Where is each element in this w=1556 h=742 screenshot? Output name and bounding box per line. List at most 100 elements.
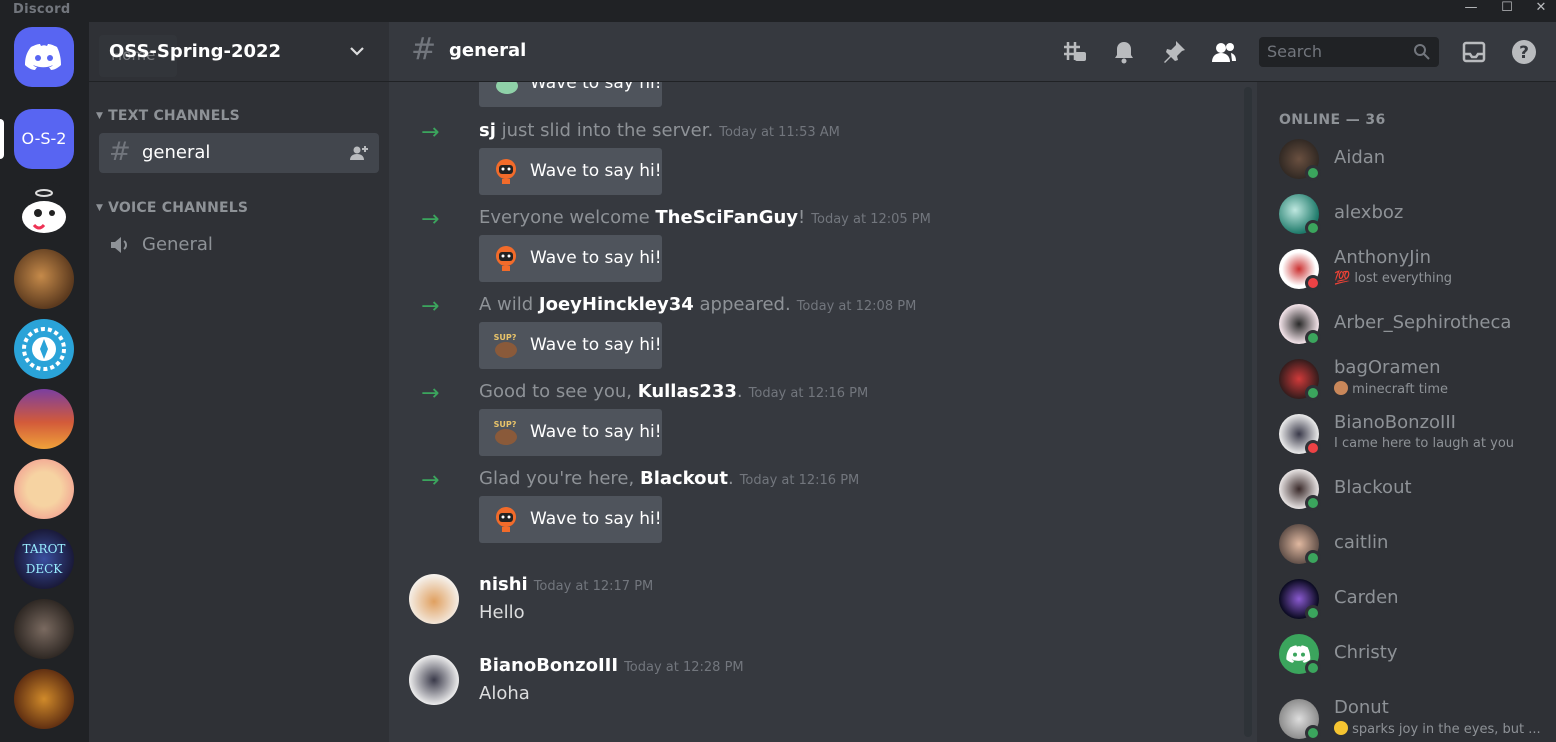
server-header[interactable]: Home OSS-Spring-2022 <box>89 22 389 82</box>
collapse-caret-icon: ▼ <box>96 111 104 121</box>
username-link[interactable]: JoeyHinckley34 <box>539 294 694 315</box>
timestamp: Today at 11:53 AM <box>719 125 840 140</box>
server-icon-fire[interactable] <box>14 669 74 729</box>
svg-text:SUP?: SUP? <box>494 333 517 342</box>
timestamp: Today at 12:05 PM <box>811 212 931 227</box>
ghost-icon <box>22 189 66 233</box>
category-voice-channels[interactable]: ▼ VOICE CHANNELS <box>96 200 248 216</box>
member-list: ONLINE — 36 Aidan alexboz AnthonyJin 💯 l… <box>1257 82 1556 742</box>
scrollbar[interactable] <box>1244 87 1252 737</box>
avatar[interactable] <box>409 655 459 705</box>
channel-label: General <box>142 234 213 255</box>
dnd-status-icon <box>1305 275 1321 291</box>
username-link[interactable]: Blackout <box>640 468 728 489</box>
inbox-icon[interactable] <box>1461 39 1487 65</box>
wave-label: Wave to say hi! <box>530 509 662 529</box>
discord-logo-icon <box>25 44 61 70</box>
help-icon[interactable]: ? <box>1511 39 1537 65</box>
selected-server-pill <box>0 119 4 159</box>
title-bar: Discord — ☐ ✕ <box>0 0 1556 22</box>
pin-icon[interactable] <box>1161 39 1187 65</box>
message-text: Aloha <box>479 683 530 704</box>
tarot-deck-icon: TAROT DECK <box>23 542 66 576</box>
dnd-status-icon <box>1305 440 1321 456</box>
member-name: Carden <box>1334 587 1399 608</box>
category-text-channels[interactable]: ▼ TEXT CHANNELS <box>96 108 240 124</box>
member-item[interactable]: AnthonyJin 💯 lost everything <box>1279 247 1549 299</box>
channel-sidebar: Home OSS-Spring-2022 ▼ TEXT CHANNELS # ge… <box>89 22 389 742</box>
robot-sticker-icon <box>496 507 516 532</box>
member-name: alexboz <box>1334 202 1404 223</box>
member-item[interactable]: Blackout <box>1279 469 1549 519</box>
maximize-button[interactable]: ☐ <box>1492 0 1522 18</box>
server-icon-cat[interactable] <box>14 249 74 309</box>
wave-button[interactable]: SUP? Wave to say hi! <box>479 409 662 456</box>
member-list-icon[interactable] <box>1211 39 1237 65</box>
threads-icon[interactable] <box>1061 39 1087 65</box>
server-icon-sunset[interactable] <box>14 389 74 449</box>
timestamp: Today at 12:17 PM <box>533 579 654 594</box>
member-name: bagOramen <box>1334 357 1441 378</box>
member-item[interactable]: bagOramen minecraft time <box>1279 357 1549 409</box>
member-item[interactable]: Arber_Sephirotheca <box>1279 304 1549 354</box>
member-name: Aidan <box>1334 147 1386 168</box>
search-icon <box>1414 44 1430 60</box>
member-item[interactable]: Aidan <box>1279 139 1549 189</box>
speaker-icon <box>111 237 127 253</box>
server-icon-ghost[interactable] <box>14 181 74 241</box>
online-status-icon <box>1305 495 1321 511</box>
username-link[interactable]: TheSciFanGuy <box>655 207 798 228</box>
online-status-icon <box>1305 330 1321 346</box>
username-link[interactable]: sj <box>479 120 496 141</box>
username-link[interactable]: Kullas233 <box>638 381 737 402</box>
wave-label: Wave to say hi! <box>530 422 662 442</box>
wave-button[interactable]: Wave to say hi! <box>479 235 662 282</box>
home-button[interactable] <box>14 27 74 87</box>
member-status-text: minecraft time <box>1352 382 1449 397</box>
robot-sticker-icon <box>496 246 516 271</box>
wave-button[interactable]: SUP? Wave to say hi! <box>479 322 662 369</box>
member-item[interactable]: BianoBonzoIII I came here to laugh at yo… <box>1279 412 1549 464</box>
voice-channel-general[interactable]: General <box>99 225 379 265</box>
channel-header: # general Search ? <box>389 22 1556 82</box>
member-item[interactable]: Christy <box>1279 634 1549 684</box>
chevron-down-icon[interactable] <box>348 42 366 60</box>
add-user-icon[interactable] <box>349 143 369 163</box>
server-oss-spring[interactable]: O-S-2 <box>14 109 74 169</box>
smile-emoji-icon <box>1334 721 1348 735</box>
join-arrow-icon: → <box>421 468 440 493</box>
hashtag-icon: # <box>411 32 437 67</box>
server-icon-person[interactable] <box>14 599 74 659</box>
chat-message: BianoBonzoIII Today at 12:28 PM Aloha <box>389 655 1239 715</box>
member-item[interactable]: Carden <box>1279 579 1549 629</box>
avatar[interactable] <box>409 574 459 624</box>
channel-general[interactable]: # general <box>99 133 379 173</box>
server-icon-tarot[interactable]: TAROT DECK <box>14 529 74 589</box>
timestamp: Today at 12:16 PM <box>739 473 860 488</box>
robot-sticker-icon <box>496 159 516 184</box>
server-icon-compass[interactable] <box>14 319 74 379</box>
bell-icon[interactable] <box>1111 39 1137 65</box>
close-button[interactable]: ✕ <box>1526 0 1556 18</box>
wave-label: Wave to say hi! <box>530 161 662 181</box>
wave-label: Wave to say hi! <box>530 335 662 355</box>
message-text: Hello <box>479 602 525 623</box>
collapse-caret-icon: ▼ <box>96 203 104 213</box>
author-name[interactable]: BianoBonzoIII <box>479 655 618 676</box>
join-arrow-icon: → <box>421 381 440 406</box>
wave-button[interactable]: Wave to say hi! <box>479 496 662 543</box>
server-list: O-S-2 TAROT DECK <box>0 22 89 742</box>
member-name: BianoBonzoIII <box>1334 412 1456 433</box>
online-status-icon <box>1305 220 1321 236</box>
member-item[interactable]: Donut sparks joy in the eyes, but ... <box>1279 697 1549 742</box>
server-icon-anime[interactable] <box>14 459 74 519</box>
minimize-button[interactable]: — <box>1456 0 1486 18</box>
online-status-icon <box>1305 660 1321 676</box>
online-status-icon <box>1305 550 1321 566</box>
author-name[interactable]: nishi <box>479 574 528 595</box>
search-input[interactable]: Search <box>1259 37 1439 67</box>
member-item[interactable]: alexboz <box>1279 194 1549 244</box>
wave-button[interactable]: Wave to say hi! <box>479 148 662 195</box>
member-name: Blackout <box>1334 477 1412 498</box>
member-item[interactable]: caitlin <box>1279 524 1549 574</box>
